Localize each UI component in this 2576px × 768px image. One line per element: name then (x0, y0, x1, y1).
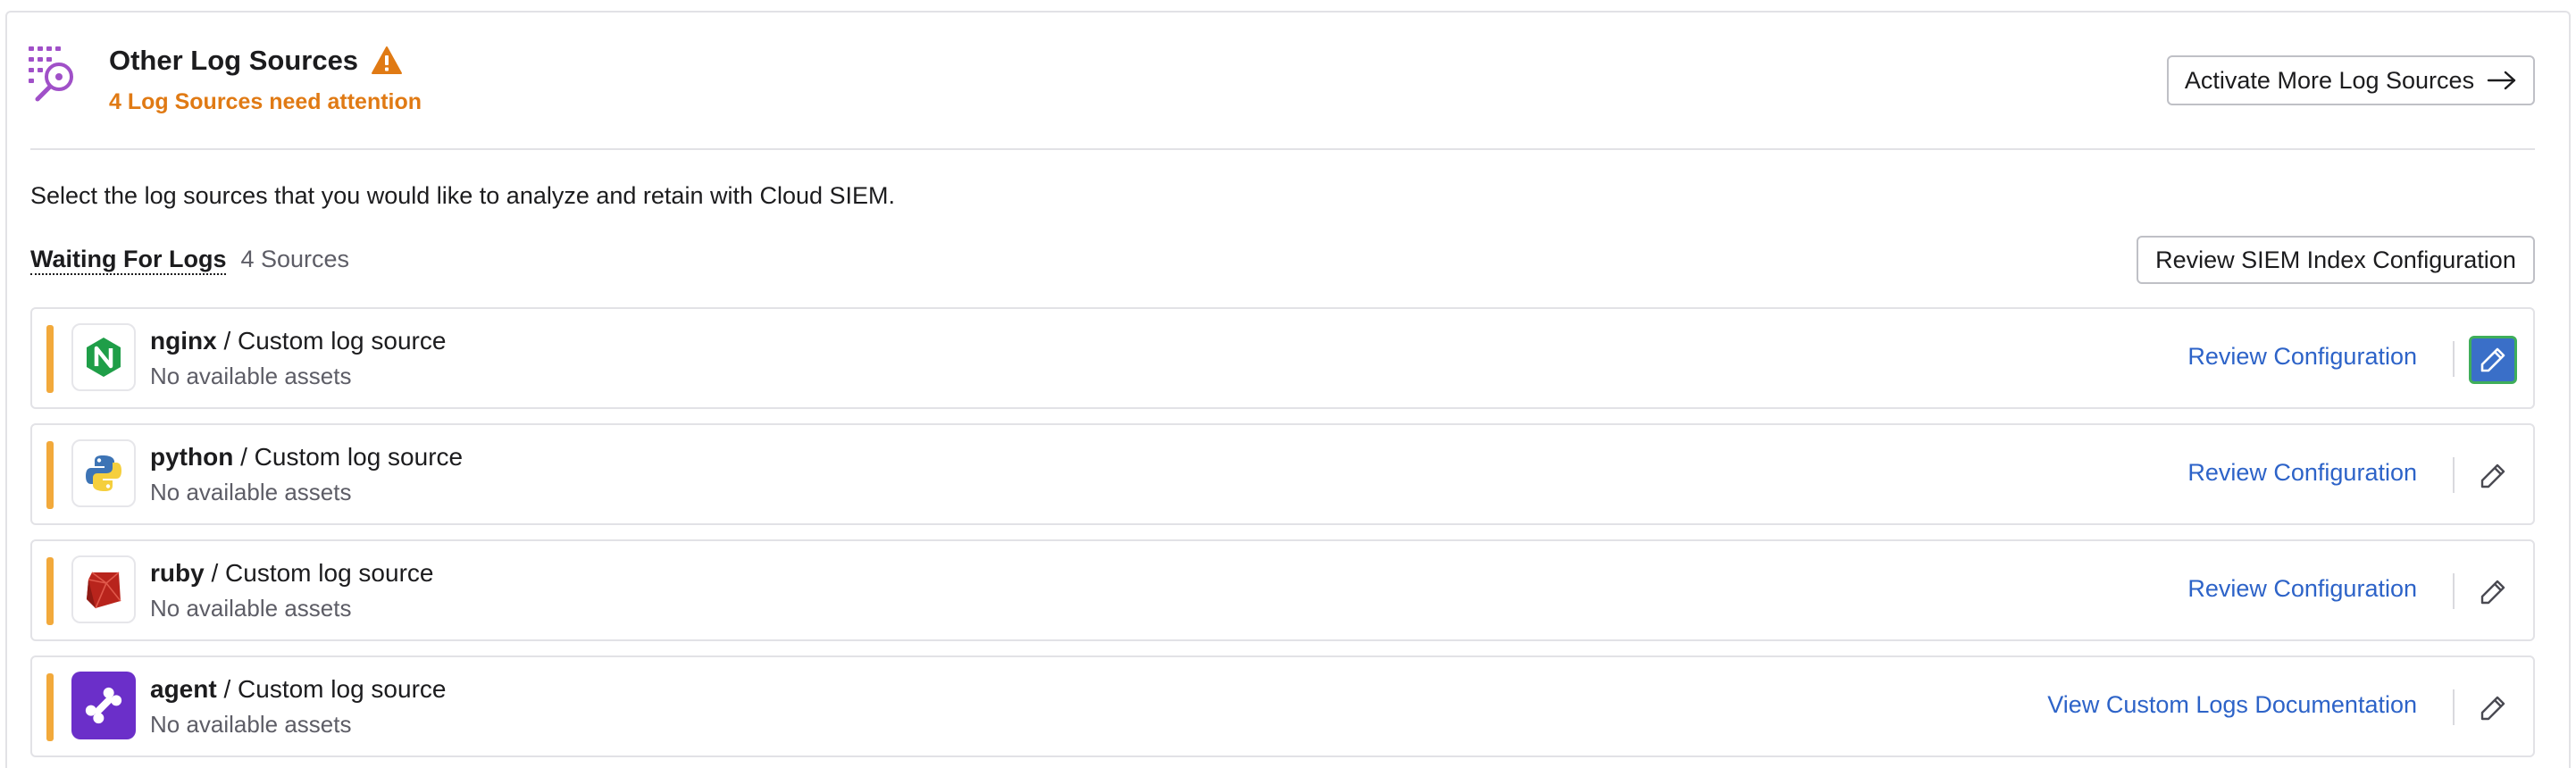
source-type: / Custom log source (223, 327, 447, 355)
review-siem-button-label: Review SIEM Index Configuration (2155, 246, 2516, 273)
source-assets: No available assets (150, 363, 352, 389)
nginx-icon (71, 323, 136, 391)
log-source-row-python: python / Custom log source No available … (30, 423, 2535, 525)
pencil-icon (2480, 347, 2505, 372)
source-title: ruby / Custom log source (150, 559, 433, 588)
source-type: / Custom log source (223, 675, 447, 703)
source-name: agent (150, 675, 217, 703)
source-title: agent / Custom log source (150, 675, 446, 704)
waiting-for-logs-label[interactable]: Waiting For Logs (30, 245, 227, 275)
attention-count: 4 Log Sources need attention (109, 89, 422, 114)
pencil-icon (2480, 696, 2505, 721)
status-bar (46, 325, 54, 393)
source-title: nginx / Custom log source (150, 327, 446, 355)
edit-button[interactable] (2469, 452, 2517, 500)
status-bar (46, 557, 54, 625)
arrow-right-icon (2487, 71, 2516, 90)
status-bar (46, 673, 54, 741)
section-header: Other Log Sources (109, 41, 403, 80)
log-source-row-agent: agent / Custom log source No available a… (30, 655, 2535, 757)
source-assets: No available assets (150, 595, 352, 622)
python-icon (71, 439, 136, 507)
source-name: python (150, 443, 234, 471)
log-search-icon (29, 46, 73, 102)
ruby-icon (71, 555, 136, 623)
waiting-for-logs-header: Waiting For Logs 4 Sources (30, 245, 349, 275)
action-divider (2453, 689, 2455, 725)
view-custom-logs-documentation-link[interactable]: View Custom Logs Documentation (2047, 691, 2417, 719)
status-bar (46, 441, 54, 509)
source-type: / Custom log source (211, 559, 434, 587)
review-configuration-link[interactable]: Review Configuration (2187, 459, 2417, 487)
edit-button[interactable] (2469, 568, 2517, 616)
review-configuration-link[interactable]: Review Configuration (2187, 343, 2417, 371)
source-title: python / Custom log source (150, 443, 463, 472)
activate-more-log-sources-button[interactable]: Activate More Log Sources (2167, 55, 2535, 105)
log-source-row-ruby: ruby / Custom log source No available as… (30, 539, 2535, 641)
source-name: nginx (150, 327, 217, 355)
agent-bone-icon (71, 672, 136, 739)
pencil-icon (2480, 580, 2505, 605)
source-name: ruby (150, 559, 205, 587)
source-assets: No available assets (150, 711, 352, 738)
intro-text: Select the log sources that you would li… (30, 182, 896, 209)
source-assets: No available assets (150, 479, 352, 505)
section-title: Other Log Sources (109, 45, 359, 76)
activate-button-label: Activate More Log Sources (2184, 66, 2475, 94)
waiting-sources-count: 4 Sources (240, 246, 350, 272)
action-divider (2453, 341, 2455, 377)
pencil-icon (2480, 463, 2505, 488)
action-divider (2453, 573, 2455, 609)
source-type: / Custom log source (240, 443, 464, 471)
edit-button[interactable] (2469, 336, 2517, 384)
warning-icon (372, 46, 403, 74)
review-siem-index-configuration-button[interactable]: Review SIEM Index Configuration (2137, 236, 2535, 284)
review-configuration-link[interactable]: Review Configuration (2187, 575, 2417, 603)
action-divider (2453, 457, 2455, 493)
header-divider (30, 148, 2535, 150)
edit-button[interactable] (2469, 684, 2517, 732)
log-source-row-nginx: nginx / Custom log source No available a… (30, 307, 2535, 409)
